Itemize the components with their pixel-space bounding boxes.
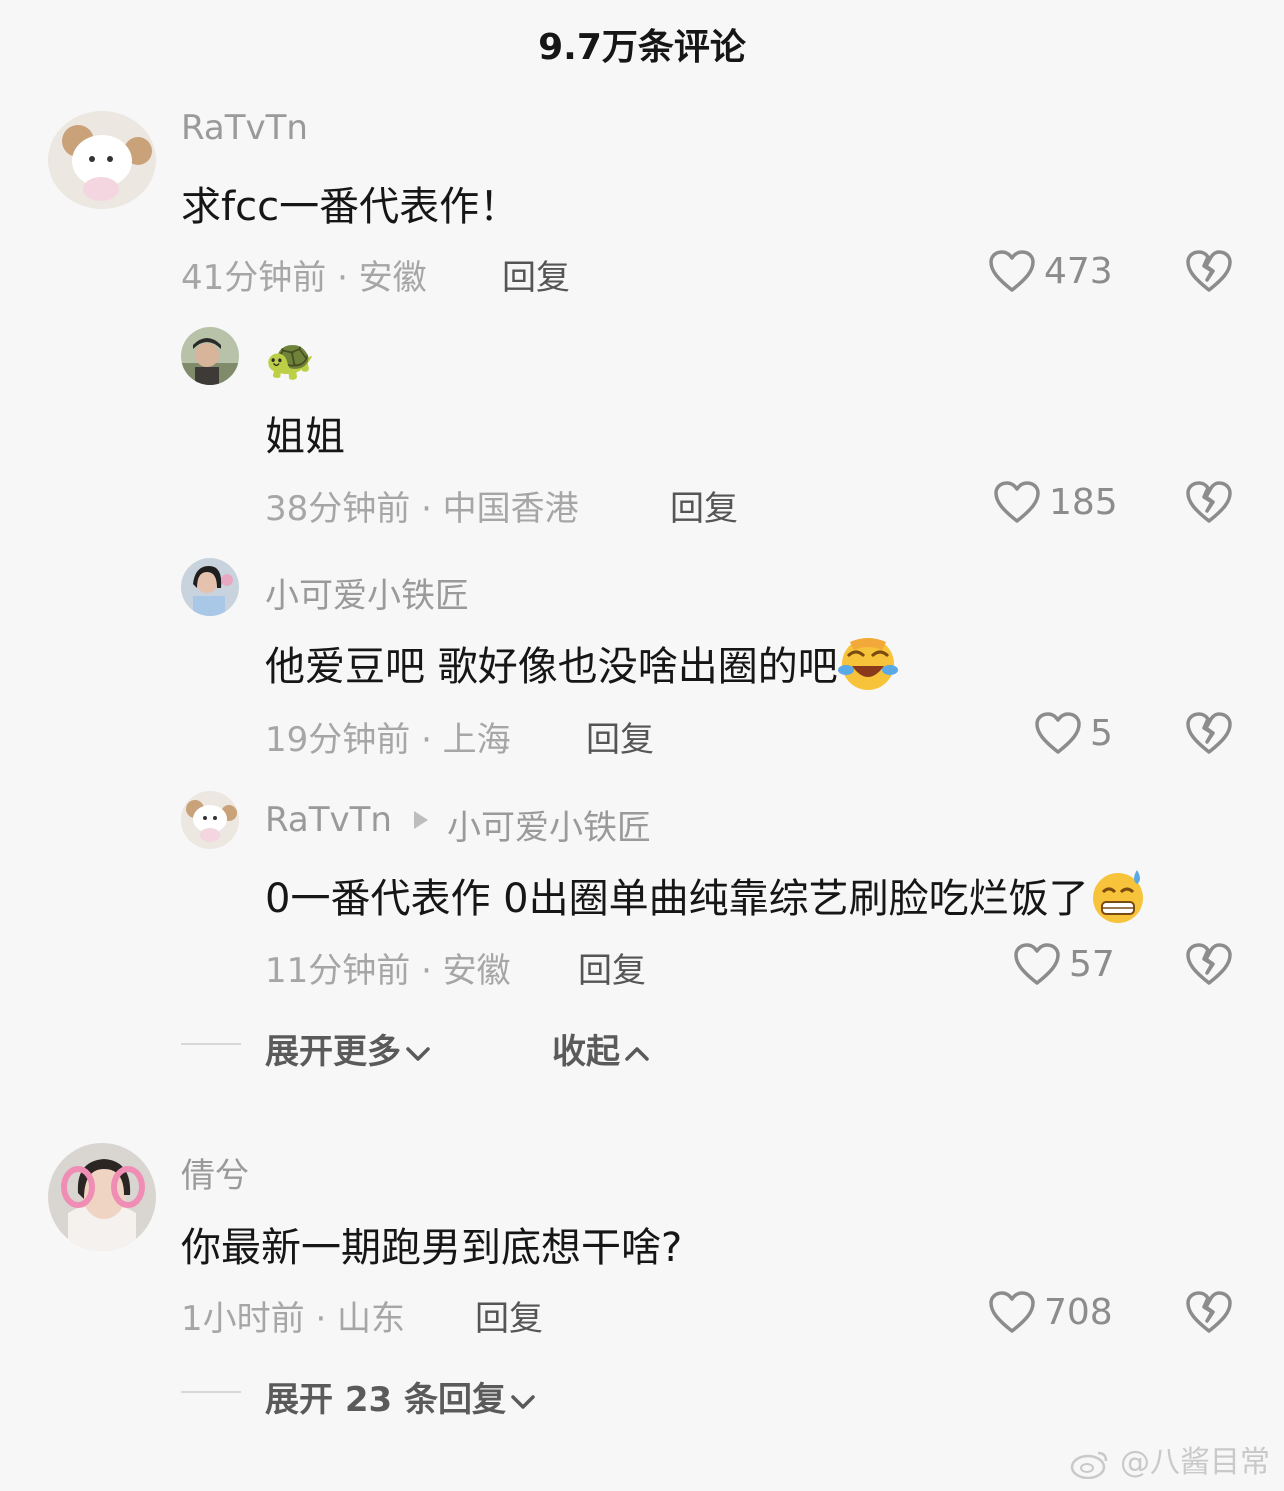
avatar[interactable] bbox=[181, 791, 239, 849]
broken-heart-icon bbox=[1186, 943, 1232, 985]
like-button[interactable]: 708 bbox=[988, 1287, 1113, 1337]
reply-to-arrow-icon bbox=[414, 811, 428, 829]
dislike-button[interactable] bbox=[1185, 1290, 1233, 1334]
reply-username[interactable]: RaTvTn bbox=[265, 800, 392, 840]
comment-meta: 41分钟前 · 安徽 bbox=[181, 258, 427, 298]
like-button[interactable]: 57 bbox=[1013, 939, 1115, 989]
comment-username[interactable]: RaTvTn bbox=[181, 108, 308, 148]
like-button[interactable]: 473 bbox=[988, 246, 1113, 296]
collapse-button[interactable]: 收起 bbox=[552, 1024, 650, 1073]
like-button[interactable]: 5 bbox=[1034, 708, 1113, 758]
grimacing-sweat-emoji-icon bbox=[1089, 868, 1147, 934]
expand-replies-button[interactable]: 展开 23 条回复 bbox=[265, 1372, 536, 1421]
heart-icon bbox=[1035, 712, 1081, 754]
heart-icon bbox=[989, 250, 1035, 292]
expand-replies-label: 展开 23 条回复 bbox=[265, 1380, 506, 1420]
reply-text: 0一番代表作 0出圈单曲纯靠综艺刷脸吃烂饭了 bbox=[265, 866, 1147, 934]
reply-meta: 19分钟前 · 上海 bbox=[265, 720, 511, 760]
like-count: 708 bbox=[1044, 1291, 1113, 1333]
watermark-text: @八酱目常 bbox=[1120, 1445, 1270, 1480]
chevron-up-icon bbox=[625, 1046, 649, 1061]
like-count: 57 bbox=[1069, 943, 1115, 985]
expand-divider bbox=[181, 1391, 241, 1393]
weibo-logo-icon bbox=[1071, 1451, 1108, 1479]
reply-button[interactable]: 回复 bbox=[502, 250, 570, 299]
heart-icon bbox=[994, 481, 1040, 523]
like-count: 185 bbox=[1049, 481, 1118, 523]
collapse-label: 收起 bbox=[552, 1032, 620, 1072]
reply-button[interactable]: 回复 bbox=[475, 1291, 543, 1340]
dislike-button[interactable] bbox=[1185, 942, 1233, 986]
like-count: 473 bbox=[1044, 250, 1113, 292]
expand-more-label: 展开更多 bbox=[265, 1032, 401, 1072]
comment-text: 你最新一期跑男到底想干啥? bbox=[181, 1225, 683, 1271]
reply-meta: 38分钟前 · 中国香港 bbox=[265, 489, 579, 529]
reply-button[interactable]: 回复 bbox=[586, 712, 654, 761]
reply-button[interactable]: 回复 bbox=[578, 943, 646, 992]
heart-icon bbox=[1014, 943, 1060, 985]
reply-meta: 11分钟前 · 安徽 bbox=[265, 951, 511, 991]
avatar[interactable] bbox=[181, 327, 239, 385]
comments-count-title: 9.7万条评论 bbox=[538, 27, 746, 68]
broken-heart-icon bbox=[1186, 712, 1232, 754]
avatar[interactable] bbox=[48, 1143, 156, 1251]
reply-username[interactable]: 🐢 bbox=[265, 336, 315, 383]
heart-icon bbox=[989, 1291, 1035, 1333]
chevron-down-icon bbox=[511, 1394, 535, 1409]
chevron-down-icon bbox=[406, 1046, 430, 1061]
dislike-button[interactable] bbox=[1185, 249, 1233, 293]
broken-heart-icon bbox=[1186, 250, 1232, 292]
laughing-crying-emoji-icon bbox=[837, 636, 898, 702]
reply-text: 姐姐 bbox=[265, 414, 345, 460]
avatar[interactable] bbox=[48, 111, 156, 209]
reply-button[interactable]: 回复 bbox=[670, 481, 738, 530]
reply-text: 他爱豆吧 歌好像也没啥出圈的吧 bbox=[265, 634, 898, 702]
expand-more-button[interactable]: 展开更多 bbox=[265, 1024, 431, 1073]
comment-meta: 1小时前 · 山东 bbox=[181, 1299, 406, 1339]
comment-username[interactable]: 倩兮 bbox=[181, 1148, 249, 1197]
avatar[interactable] bbox=[181, 558, 239, 616]
reply-text-body: 他爱豆吧 歌好像也没啥出圈的吧 bbox=[265, 644, 838, 690]
reply-username[interactable]: 小可爱小铁匠 bbox=[265, 568, 469, 617]
dislike-button[interactable] bbox=[1185, 711, 1233, 755]
expand-divider bbox=[181, 1043, 241, 1045]
broken-heart-icon bbox=[1186, 481, 1232, 523]
like-count: 5 bbox=[1090, 712, 1113, 754]
dislike-button[interactable] bbox=[1185, 480, 1233, 524]
comment-text: 求fcc一番代表作！ bbox=[181, 184, 520, 230]
watermark: @八酱目常 bbox=[1070, 1437, 1270, 1481]
broken-heart-icon bbox=[1186, 1291, 1232, 1333]
reply-to-username[interactable]: 小可爱小铁匠 bbox=[447, 800, 651, 849]
reply-text-body: 0一番代表作 0出圈单曲纯靠综艺刷脸吃烂饭了 bbox=[265, 876, 1089, 922]
like-button[interactable]: 185 bbox=[993, 477, 1118, 527]
